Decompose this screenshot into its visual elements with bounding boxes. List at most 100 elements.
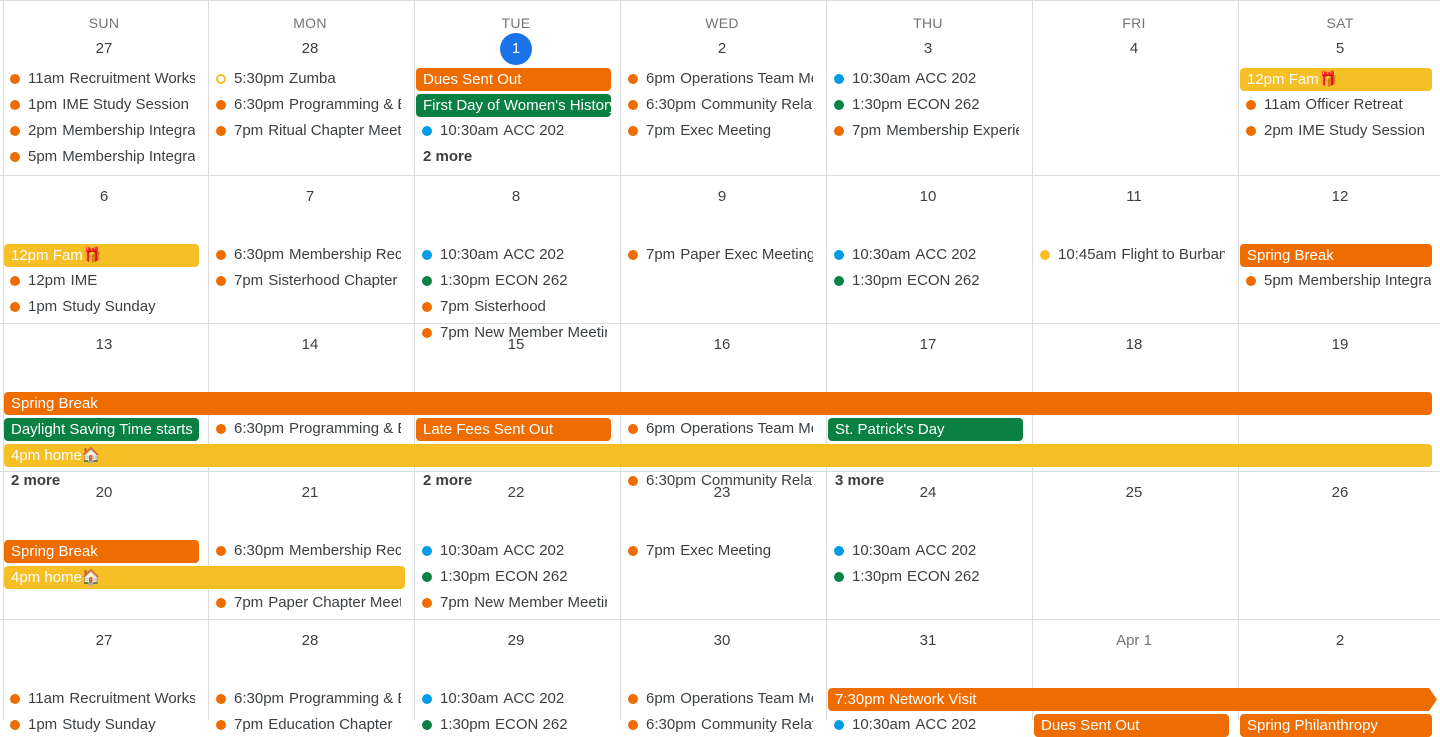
- day-number[interactable]: 13: [4, 336, 204, 353]
- day-number[interactable]: 5: [1240, 40, 1440, 57]
- timed-event[interactable]: 10:30am ACC 202: [828, 245, 1019, 265]
- timed-event[interactable]: 10:30am ACC 202: [416, 541, 607, 561]
- day-number[interactable]: 7: [210, 188, 410, 205]
- day-number[interactable]: 29: [416, 632, 616, 649]
- day-number[interactable]: Apr 1: [1034, 632, 1234, 649]
- event-time: 7pm: [440, 298, 470, 315]
- day-number[interactable]: 14: [210, 336, 410, 353]
- day-number[interactable]: 18: [1034, 336, 1234, 353]
- all-day-event-bar[interactable]: Late Fees Sent Out: [416, 418, 611, 441]
- timed-event[interactable]: 7pm Paper Exec Meeting: [622, 245, 813, 265]
- all-day-event-bar[interactable]: 4pm home🏠: [4, 566, 405, 589]
- timed-event[interactable]: 6:30pmMembership Recruitment: [210, 245, 401, 265]
- timed-event[interactable]: 7pm Education Chapter: [210, 715, 401, 735]
- timed-event[interactable]: 12pm IME: [4, 271, 195, 291]
- day-number[interactable]: 25: [1034, 484, 1234, 501]
- day-number[interactable]: 6: [4, 188, 204, 205]
- more-events-link[interactable]: 3 more: [828, 471, 884, 491]
- timed-event[interactable]: 7pm Exec Meeting: [622, 541, 813, 561]
- timed-event[interactable]: 7pm Sisterhood Chapter: [210, 271, 401, 291]
- timed-event[interactable]: 10:30am ACC 202: [828, 715, 1019, 735]
- timed-event[interactable]: 10:45am Flight to Burbank: [1034, 245, 1225, 265]
- timed-event[interactable]: 5pmMembership Integration: [4, 147, 195, 167]
- timed-event[interactable]: 2pm IME Study Session: [1240, 121, 1431, 141]
- timed-event[interactable]: 1:30pm ECON 262: [416, 567, 607, 587]
- day-number[interactable]: 31: [828, 632, 1028, 649]
- day-number[interactable]: 21: [210, 484, 410, 501]
- timed-event[interactable]: 6pmOperations Team Meeting: [622, 69, 813, 89]
- timed-event[interactable]: 7pmRitual Chapter Meeting: [210, 121, 401, 141]
- timed-event[interactable]: 10:30am ACC 202: [828, 541, 1019, 561]
- all-day-event-bar[interactable]: 7:30pm Network Visit: [828, 688, 1437, 711]
- timed-event[interactable]: 2pmMembership Integration: [4, 121, 195, 141]
- all-day-event-bar[interactable]: St. Patrick's Day: [828, 418, 1023, 441]
- timed-event[interactable]: 11amRecruitment Workshop: [4, 69, 195, 89]
- day-number[interactable]: 28: [210, 632, 410, 649]
- all-day-event-bar[interactable]: First Day of Women's History Month: [416, 94, 611, 117]
- timed-event[interactable]: 6pmOperations Team Meeting: [622, 419, 813, 439]
- timed-event[interactable]: 7pm New Member Meeting: [416, 323, 607, 343]
- all-day-event-bar[interactable]: 4pm home🏠: [4, 444, 1432, 467]
- day-number[interactable]: 4: [1034, 40, 1234, 57]
- timed-event[interactable]: 1:30pm ECON 262: [416, 271, 607, 291]
- day-number[interactable]: 8: [416, 188, 616, 205]
- timed-event[interactable]: 11am Officer Retreat: [1240, 95, 1431, 115]
- timed-event[interactable]: 6:30pmCommunity Relations: [622, 715, 813, 735]
- more-events-link[interactable]: 2 more: [416, 147, 472, 167]
- day-number[interactable]: 26: [1240, 484, 1440, 501]
- day-number[interactable]: 10: [828, 188, 1028, 205]
- timed-event[interactable]: 7pmPaper Chapter Meeting: [210, 593, 401, 613]
- day-number[interactable]: 2: [1240, 632, 1440, 649]
- timed-event[interactable]: 10:30am ACC 202: [416, 245, 607, 265]
- all-day-event-bar[interactable]: Dues Sent Out: [416, 68, 611, 91]
- today-marker[interactable]: 1: [500, 33, 532, 65]
- timed-event[interactable]: 6:30pmMembership Recruitment: [210, 541, 401, 561]
- timed-event[interactable]: 1pm Study Sunday: [4, 715, 195, 735]
- day-number[interactable]: 16: [622, 336, 822, 353]
- timed-event[interactable]: 1:30pm ECON 262: [828, 95, 1019, 115]
- timed-event[interactable]: 1pm Study Sunday: [4, 297, 195, 317]
- timed-event[interactable]: 10:30am ACC 202: [416, 689, 607, 709]
- timed-event[interactable]: 7pm New Member Meeting: [416, 593, 607, 613]
- all-day-event-bar[interactable]: Spring Break: [4, 392, 1432, 415]
- more-events-link[interactable]: 2 more: [416, 471, 472, 491]
- timed-event[interactable]: 6:30pmCommunity Relations: [622, 95, 813, 115]
- all-day-event-bar[interactable]: 12pm Fam🎁: [1240, 68, 1432, 91]
- day-number[interactable]: 11: [1034, 188, 1234, 205]
- timed-event[interactable]: 10:30am ACC 202: [416, 121, 607, 141]
- timed-event[interactable]: 10:30am ACC 202: [828, 69, 1019, 89]
- timed-event[interactable]: 6pmOperations Team Meeting: [622, 689, 813, 709]
- timed-event[interactable]: 6:30pmProgramming & Events: [210, 419, 401, 439]
- timed-event[interactable]: 6:30pmCommunity Relations: [622, 471, 813, 491]
- day-number[interactable]: 27: [4, 40, 204, 57]
- timed-event[interactable]: 6:30pmProgramming & Events: [210, 689, 401, 709]
- all-day-event-bar[interactable]: Dues Sent Out: [1034, 714, 1229, 737]
- all-day-event-bar[interactable]: Daylight Saving Time starts: [4, 418, 199, 441]
- all-day-event-bar[interactable]: Spring Break: [4, 540, 199, 563]
- day-number[interactable]: 30: [622, 632, 822, 649]
- day-number[interactable]: 1: [416, 33, 616, 65]
- all-day-event-bar[interactable]: Spring Philanthropy: [1240, 714, 1432, 737]
- timed-event[interactable]: 5pmMembership Integration: [1240, 271, 1431, 291]
- day-number[interactable]: 27: [4, 632, 204, 649]
- timed-event[interactable]: 7pm Exec Meeting: [622, 121, 813, 141]
- timed-event[interactable]: 1pm IME Study Session: [4, 95, 195, 115]
- day-number[interactable]: 28: [210, 40, 410, 57]
- day-number[interactable]: 17: [828, 336, 1028, 353]
- timed-event[interactable]: 6:30pmProgramming & Events: [210, 95, 401, 115]
- timed-event[interactable]: 11amRecruitment Workshop: [4, 689, 195, 709]
- day-number[interactable]: 3: [828, 40, 1028, 57]
- day-number[interactable]: 12: [1240, 188, 1440, 205]
- day-number[interactable]: 9: [622, 188, 822, 205]
- more-events-link[interactable]: 2 more: [4, 471, 60, 491]
- day-number[interactable]: 2: [622, 40, 822, 57]
- timed-event[interactable]: 1:30pm ECON 262: [416, 715, 607, 735]
- day-number[interactable]: 19: [1240, 336, 1440, 353]
- timed-event[interactable]: 5:30pm Zumba: [210, 69, 401, 89]
- all-day-event-bar[interactable]: Spring Break: [1240, 244, 1432, 267]
- timed-event[interactable]: 1:30pm ECON 262: [828, 567, 1019, 587]
- timed-event[interactable]: 7pm Sisterhood: [416, 297, 607, 317]
- timed-event[interactable]: 7pmMembership Experience: [828, 121, 1019, 141]
- all-day-event-bar[interactable]: 12pm Fam🎁: [4, 244, 199, 267]
- timed-event[interactable]: 1:30pm ECON 262: [828, 271, 1019, 291]
